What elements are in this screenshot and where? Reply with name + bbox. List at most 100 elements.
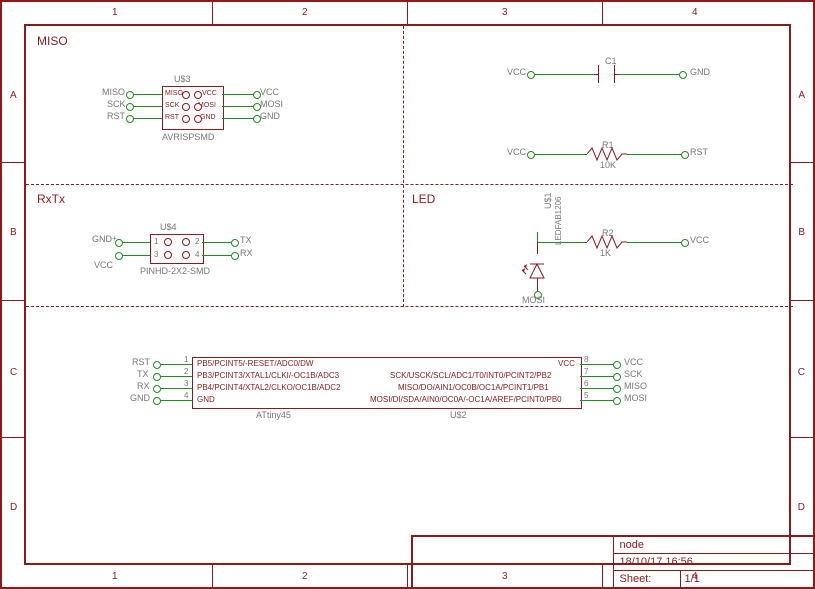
- wire: [120, 242, 150, 243]
- title-block: node 18/10/17 16:56 Sheet: 1/1: [411, 535, 813, 587]
- wire: [120, 255, 150, 256]
- net-mosi: MOSI: [260, 99, 283, 109]
- grid-col-1-bot: 1: [112, 571, 118, 582]
- net-vcc-r1: VCC: [507, 147, 526, 157]
- tick: [2, 437, 24, 438]
- tick: [791, 162, 813, 163]
- section-led: LED: [412, 192, 435, 206]
- u2-pn-6: 6: [584, 379, 588, 388]
- net-end: [679, 71, 687, 79]
- u2-ref: U$2: [450, 410, 467, 420]
- wire: [537, 232, 538, 242]
- net-sck-u2: SCK: [624, 369, 643, 379]
- u4-p1: 1: [154, 237, 158, 246]
- net-vcc: VCC: [260, 87, 279, 97]
- u2-pt-1: PB5/PCINT5/-RESET/ADC0/DW: [197, 359, 313, 368]
- grid-row-c-left: C: [10, 367, 17, 378]
- net-rst-r1: RST: [690, 147, 708, 157]
- net-tx: TX: [240, 235, 252, 245]
- wire: [580, 400, 614, 401]
- grid-row-a-left: A: [10, 90, 17, 101]
- grid-col-3-top: 3: [502, 7, 508, 18]
- u2-pn-7: 7: [584, 367, 588, 376]
- u3-pin-sck: SCK: [165, 102, 179, 109]
- grid-col-1-top: 1: [112, 7, 118, 18]
- pin-circle: [182, 115, 190, 123]
- wire: [222, 94, 254, 95]
- divider-h2: [26, 306, 793, 307]
- grid-row-a-right: A: [798, 90, 805, 101]
- wire: [222, 118, 254, 119]
- u2-pt-3: PB4/PCINT4/XTAL2/CLKO/OC1B/ADC2: [197, 383, 340, 392]
- u4-name: PINHD-2X2-SMD: [140, 266, 210, 276]
- net-end: [613, 397, 621, 405]
- net-end: [613, 373, 621, 381]
- pin-circle: [194, 103, 202, 111]
- net-sck: SCK: [107, 99, 126, 109]
- section-rxtx: RxTx: [37, 192, 65, 206]
- net-end: [681, 151, 689, 159]
- net-rst-u2: RST: [132, 357, 150, 367]
- wire: [222, 106, 254, 107]
- pin-circle: [164, 238, 172, 246]
- u4-ref: U$4: [160, 222, 177, 232]
- led-ref: U$1: [543, 192, 553, 209]
- wire: [130, 94, 162, 95]
- pin-circle: [194, 91, 202, 99]
- divider-h1: [26, 184, 793, 185]
- pin-circle: [182, 238, 190, 246]
- u3-pin-gnd: GND: [200, 114, 216, 121]
- wire: [202, 242, 232, 243]
- wire: [627, 242, 682, 243]
- u2-pt-6: MISO/DO/AIN1/OC0B/OC1A/PCINT1/PB1: [398, 383, 549, 392]
- wire: [572, 242, 587, 243]
- net-rst: RST: [107, 111, 125, 121]
- u4-p4: 4: [195, 250, 199, 259]
- tick: [2, 300, 24, 301]
- net-end: [126, 91, 134, 99]
- net-end: [527, 151, 535, 159]
- tick: [212, 2, 213, 24]
- tb-date: 18/10/17 16:56: [614, 553, 814, 570]
- net-end: [681, 239, 689, 247]
- net-gnd: GND: [260, 111, 280, 121]
- pin-circle: [182, 91, 190, 99]
- net-gnd-c1: GND: [690, 67, 710, 77]
- net-end: [153, 361, 161, 369]
- u2-pn-1: 1: [184, 355, 188, 364]
- tb-sheet-label: Sheet:: [614, 571, 681, 587]
- net-end: [153, 385, 161, 393]
- u3-pin-rst: RST: [165, 114, 179, 121]
- net-mosi-led: MOSI: [522, 295, 545, 305]
- net-vcc-u2: VCC: [624, 357, 643, 367]
- wire: [158, 388, 192, 389]
- net-end: [527, 71, 535, 79]
- net-end: [153, 397, 161, 405]
- u2-pn-3: 3: [184, 379, 188, 388]
- net-miso: MISO: [102, 87, 125, 97]
- wire: [618, 74, 680, 75]
- net-vcc-r2: VCC: [690, 235, 709, 245]
- u2-name: ATtiny45: [256, 410, 291, 420]
- tick: [2, 162, 24, 163]
- u2-pn-4: 4: [184, 391, 188, 400]
- tick: [602, 2, 603, 24]
- net-gnd-u4: GND: [92, 234, 112, 244]
- cap-lead: [615, 74, 619, 75]
- grid-row-b-left: B: [10, 227, 17, 238]
- r1-val: 10K: [600, 160, 616, 170]
- pin-circle: [194, 115, 202, 123]
- net-end: [231, 252, 239, 260]
- grid-col-4-top: 4: [692, 7, 698, 18]
- cap-lead: [594, 74, 598, 75]
- net-end: [126, 103, 134, 111]
- wire: [627, 154, 682, 155]
- wire: [580, 376, 614, 377]
- wire: [130, 106, 162, 107]
- tick: [791, 300, 813, 301]
- u2-pt-7: SCK/USCK/SCL/ADC1/T0/INT0/PCINT2/PB2: [390, 371, 551, 380]
- net-rx-u2: RX: [137, 381, 150, 391]
- wire: [580, 364, 614, 365]
- grid-row-b-right: B: [798, 227, 805, 238]
- section-miso: MISO: [37, 34, 68, 48]
